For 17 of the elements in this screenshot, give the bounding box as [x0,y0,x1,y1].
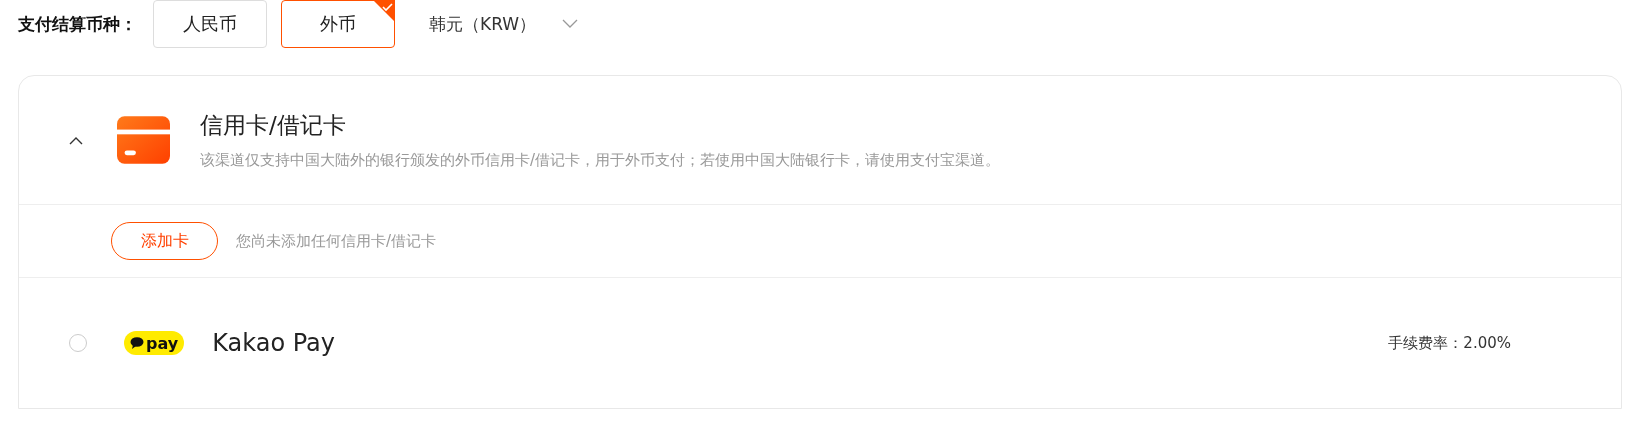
currency-option[interactable]: 人民币 [153,0,267,48]
currency-dropdown[interactable]: 韩元（KRW） [429,8,579,40]
method-title: Kakao Pay [212,329,336,357]
chevron-up-icon[interactable] [69,135,83,145]
chevron-down-icon [562,19,579,29]
speech-bubble-icon [130,337,144,349]
method-title: 信用卡/借记卡 [200,111,347,140]
dropdown-value: 韩元（KRW） [429,12,537,36]
currency-label: 支付结算币种： [18,12,137,36]
check-corner-icon [373,0,395,22]
fee-rate: 手续费率：2.00% [1388,333,1511,353]
add-card-button[interactable]: 添加卡 [111,222,218,260]
currency-option[interactable]: 外币 [281,0,395,48]
credit-card-icon [117,116,170,164]
empty-message: 您尚未添加任何信用卡/借记卡 [236,231,437,251]
logo-text: pay [146,333,179,353]
method-description: 该渠道仅支持中国大陆外的银行颁发的外币信用卡/借记卡，用于外币支付；若使用中国大陆银行卡，请使用支付宝渠道。 [200,151,1001,170]
